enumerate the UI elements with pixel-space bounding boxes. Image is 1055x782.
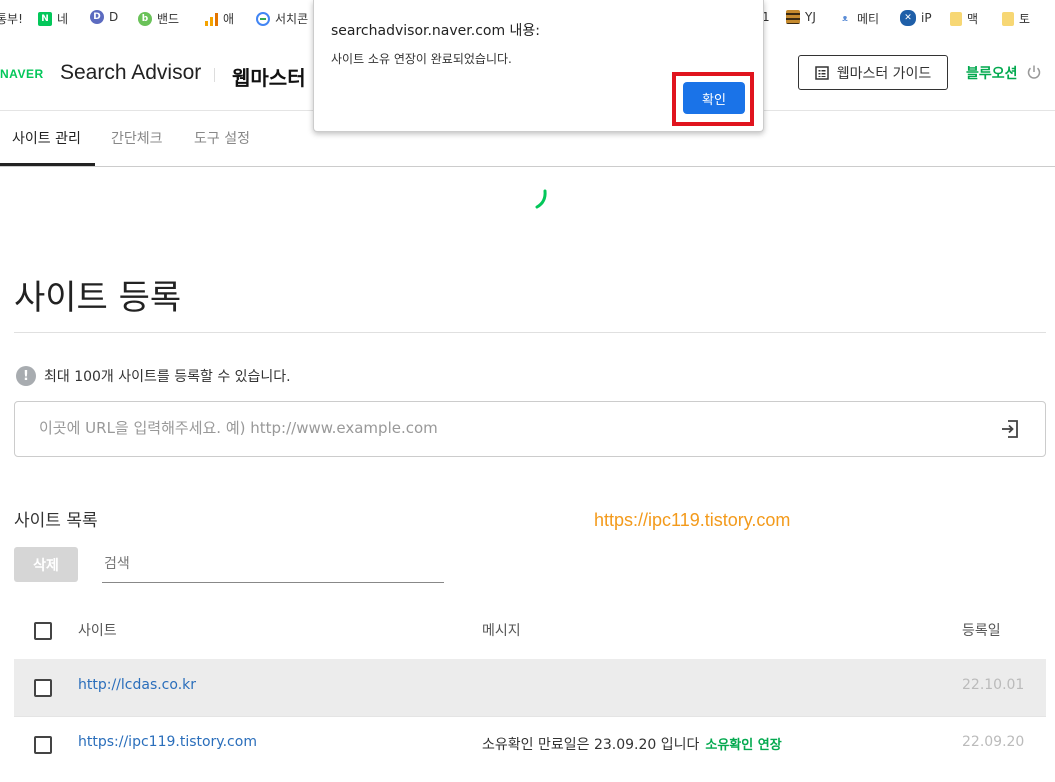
- bookmark-item[interactable]: b 밴드: [138, 10, 179, 27]
- table-row: http://lcdas.co.kr 22.10.01: [14, 659, 1046, 717]
- info-text: 최대 100개 사이트를 등록할 수 있습니다.: [44, 369, 291, 385]
- header-divider: [214, 68, 215, 82]
- section-title: 사이트 등록: [14, 278, 182, 318]
- x-circle-icon: ✕: [900, 10, 916, 26]
- search-input[interactable]: [102, 555, 436, 573]
- confirm-button[interactable]: 확인: [683, 82, 745, 114]
- url-field: [14, 401, 1046, 457]
- divider: [14, 332, 1046, 333]
- row-message: 소유확인 만료일은 23.09.20 입니다: [482, 737, 700, 753]
- url-input[interactable]: [37, 418, 941, 438]
- info-notice: ! 최대 100개 사이트를 등록할 수 있습니다.: [16, 366, 291, 386]
- app-name[interactable]: Search Advisor: [60, 61, 201, 85]
- renew-ownership-link[interactable]: 소유확인 연장: [705, 738, 781, 753]
- submit-arrow-icon[interactable]: [999, 418, 1021, 440]
- info-icon: !: [16, 366, 36, 386]
- folder-icon: [1002, 11, 1014, 26]
- bookmark-item[interactable]: 애: [204, 10, 234, 27]
- bookmark-item[interactable]: 서치콘: [256, 10, 308, 27]
- select-all-checkbox[interactable]: [34, 622, 52, 640]
- bookmark-item[interactable]: ✕ iP: [900, 10, 932, 26]
- search-field: [102, 547, 444, 583]
- tab-quick-check[interactable]: 간단체크: [111, 128, 163, 148]
- delete-button[interactable]: 삭제: [14, 547, 78, 582]
- loading-spinner-icon: [535, 189, 547, 209]
- watermark-text: https://ipc119.tistory.com: [594, 510, 791, 530]
- row-date: 22.09.20: [962, 734, 1025, 750]
- dialog-title: searchadvisor.naver.com 내용:: [331, 23, 541, 39]
- striped-folder-icon: [786, 10, 800, 24]
- header-site: 사이트: [78, 623, 117, 639]
- webmaster-guide-button[interactable]: 웹마스터 가이드: [798, 55, 948, 90]
- bookmark-item[interactable]: N네: [38, 10, 68, 27]
- row-date: 22.10.01: [962, 677, 1025, 693]
- bookmark-item[interactable]: 통부!: [0, 10, 23, 27]
- row-checkbox[interactable]: [34, 679, 52, 697]
- bookmark-item[interactable]: YJ: [786, 10, 816, 24]
- alert-dialog: searchadvisor.naver.com 내용: 사이트 소유 연장이 완…: [313, 0, 764, 132]
- site-link[interactable]: https://ipc119.tistory.com: [78, 734, 257, 750]
- header-message: 메시지: [482, 623, 521, 639]
- dialog-message: 사이트 소유 연장이 완료되었습니다.: [331, 52, 512, 66]
- folder-icon: [950, 11, 962, 26]
- table-row: https://ipc119.tistory.com 소유확인 만료일은 23.…: [14, 716, 1046, 773]
- bookmark-item[interactable]: DD: [90, 10, 118, 24]
- table-header: 사이트 메시지 등록일: [14, 602, 1046, 660]
- search-console-icon: [256, 11, 270, 26]
- user-name[interactable]: 블루오션: [966, 63, 1018, 83]
- row-checkbox[interactable]: [34, 736, 52, 754]
- site-list-title: 사이트 목록: [14, 511, 98, 531]
- guide-button-label: 웹마스터 가이드: [836, 65, 932, 82]
- power-icon[interactable]: [1026, 64, 1042, 80]
- site-link[interactable]: http://lcdas.co.kr: [78, 677, 196, 693]
- analytics-icon: [204, 12, 218, 26]
- naver-logo[interactable]: NAVER: [0, 67, 44, 81]
- band-icon: b: [138, 11, 152, 26]
- header-date: 등록일: [962, 623, 1001, 639]
- naver-n-icon: N: [38, 11, 52, 26]
- tab-tool-settings[interactable]: 도구 설정: [194, 128, 250, 148]
- bookmark-item[interactable]: 토: [1002, 10, 1030, 27]
- tab-site-management[interactable]: 사이트 관리: [12, 128, 81, 148]
- document-list-icon: [814, 65, 829, 80]
- row-message-container: 소유확인 만료일은 23.09.20 입니다 소유확인 연장: [482, 734, 782, 754]
- meta-icon: ᴥ: [842, 14, 848, 24]
- daum-d-icon: D: [90, 10, 104, 24]
- bookmark-item[interactable]: ᴥ 메티: [838, 10, 879, 27]
- bookmark-item[interactable]: 맥: [950, 10, 978, 27]
- active-tab-indicator: [0, 163, 95, 166]
